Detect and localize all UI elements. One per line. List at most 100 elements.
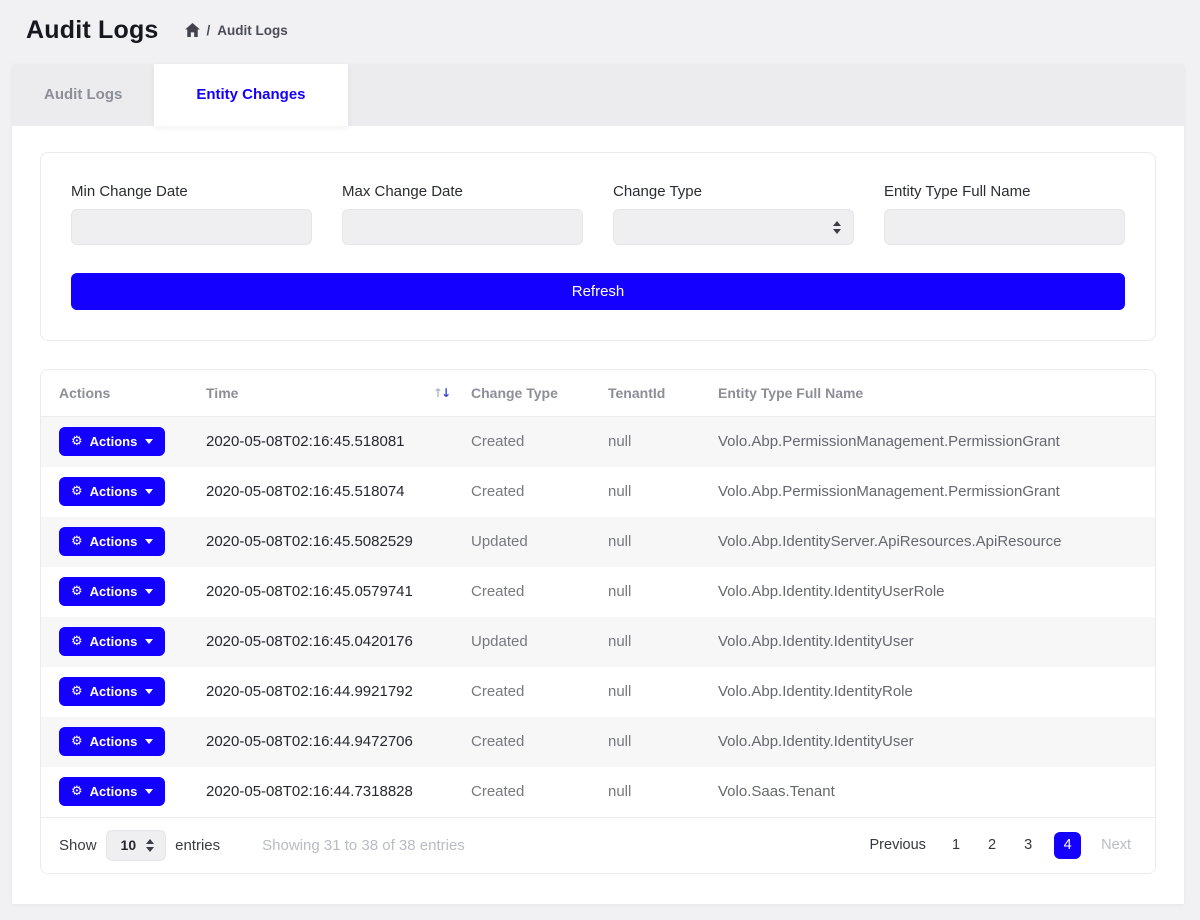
breadcrumb-separator: / bbox=[207, 23, 211, 38]
chevron-down-icon bbox=[145, 539, 153, 544]
pagination: Previous 1 2 3 4 Next bbox=[866, 832, 1135, 859]
table-header-row: Actions Time ↑↓ Change Type TenantId Ent… bbox=[41, 370, 1155, 417]
min-change-date-input[interactable] bbox=[71, 209, 312, 245]
table-row: ⚙Actions 2020-05-08T02:16:44.7318828 Cre… bbox=[41, 767, 1155, 817]
pagination-page-4-active[interactable]: 4 bbox=[1054, 832, 1081, 859]
filter-max-change-date: Max Change Date bbox=[342, 183, 583, 245]
pagination-previous[interactable]: Previous bbox=[866, 835, 930, 855]
gear-icon: ⚙ bbox=[71, 635, 83, 648]
cell-change-type: Created bbox=[471, 667, 608, 717]
cell-tenantid: null bbox=[608, 617, 718, 667]
pagination-page-2[interactable]: 2 bbox=[982, 835, 1002, 855]
cell-tenantid: null bbox=[608, 467, 718, 517]
row-actions-button[interactable]: ⚙ Actions bbox=[59, 627, 165, 656]
cell-entity-type-full-name: Volo.Abp.Identity.IdentityUserRole bbox=[718, 567, 1155, 617]
table-row: ⚙Actions 2020-05-08T02:16:45.518081 Crea… bbox=[41, 417, 1155, 467]
up-down-arrows-icon bbox=[833, 221, 843, 234]
show-label: Show bbox=[59, 837, 97, 854]
table-row: ⚙ Actions 2020-05-08T02:16:44.9472706 Cre… bbox=[41, 717, 1155, 767]
table-row: ⚙Actions 2020-05-08T02:16:45.0420176 Upd… bbox=[41, 617, 1155, 667]
actions-label: Actions bbox=[90, 534, 138, 549]
gear-icon: ⚙ bbox=[71, 785, 83, 798]
table-row: ⚙Actions 2020-05-08T02:16:45.0579741 Cre… bbox=[41, 567, 1155, 617]
gear-icon: ⚙ bbox=[71, 535, 83, 548]
gear-icon: ⚙ bbox=[71, 735, 83, 748]
cell-time: 2020-05-08T02:16:44.9472706 bbox=[206, 717, 471, 767]
cell-change-type: Updated bbox=[471, 617, 608, 667]
row-actions-button[interactable]: ⚙Actions bbox=[59, 477, 165, 506]
cell-change-type: Created bbox=[471, 467, 608, 517]
column-header-actions: Actions bbox=[41, 370, 206, 417]
change-type-select[interactable] bbox=[613, 209, 854, 245]
actions-label: Actions bbox=[90, 484, 138, 499]
cell-entity-type-full-name: Volo.Abp.IdentityServer.ApiResources.Api… bbox=[718, 517, 1155, 567]
row-actions-button[interactable]: ⚙ Actions bbox=[59, 427, 165, 456]
chevron-down-icon bbox=[145, 789, 153, 794]
page-header: Audit Logs / Audit Logs bbox=[0, 0, 1200, 58]
cell-entity-type-full-name: Volo.Abp.Identity.IdentityUser bbox=[718, 717, 1155, 767]
pagination-next[interactable]: Next bbox=[1097, 835, 1135, 855]
filter-card: Min Change Date Max Change Date Change T… bbox=[40, 152, 1156, 341]
page-size-select[interactable]: 10 bbox=[106, 830, 167, 861]
chevron-down-icon bbox=[145, 689, 153, 694]
cell-change-type: Updated bbox=[471, 517, 608, 567]
cell-time: 2020-05-08T02:16:45.5082529 bbox=[206, 517, 471, 567]
column-header-time-label: Time bbox=[206, 385, 238, 401]
row-actions-button[interactable]: ⚙Actions bbox=[59, 577, 165, 606]
entity-type-full-name-label: Entity Type Full Name bbox=[884, 183, 1125, 200]
gear-icon: ⚙ bbox=[71, 585, 83, 598]
cell-change-type: Created bbox=[471, 717, 608, 767]
entity-changes-table-card: Actions Time ↑↓ Change Type TenantId Ent… bbox=[40, 369, 1156, 874]
entries-label: entries bbox=[175, 837, 220, 854]
home-icon[interactable] bbox=[185, 23, 200, 37]
breadcrumb-current[interactable]: Audit Logs bbox=[217, 23, 288, 38]
sort-arrows-icon[interactable]: ↑↓ bbox=[433, 386, 449, 400]
actions-label: Actions bbox=[90, 434, 138, 449]
page-size-value: 10 bbox=[121, 837, 137, 853]
filter-grid: Min Change Date Max Change Date Change T… bbox=[71, 183, 1125, 245]
cell-time: 2020-05-08T02:16:45.518074 bbox=[206, 467, 471, 517]
tab-entity-changes[interactable]: Entity Changes bbox=[154, 64, 347, 126]
up-down-arrows-icon bbox=[146, 839, 156, 852]
pagination-page-3[interactable]: 3 bbox=[1018, 835, 1038, 855]
cell-entity-type-full-name: Volo.Abp.Identity.IdentityRole bbox=[718, 667, 1155, 717]
actions-label: Actions bbox=[90, 684, 138, 699]
column-header-entity-type-full-name: Entity Type Full Name bbox=[718, 370, 1155, 417]
page-title: Audit Logs bbox=[26, 16, 159, 45]
cell-tenantid: null bbox=[608, 767, 718, 817]
filter-change-type: Change Type bbox=[613, 183, 854, 245]
row-actions-button[interactable]: ⚙ Actions bbox=[59, 727, 165, 756]
filter-min-change-date: Min Change Date bbox=[71, 183, 312, 245]
cell-time: 2020-05-08T02:16:44.7318828 bbox=[206, 767, 471, 817]
row-actions-button[interactable]: ⚙Actions bbox=[59, 677, 165, 706]
main-panel: Audit Logs Entity Changes Min Change Dat… bbox=[12, 64, 1184, 904]
cell-change-type: Created bbox=[471, 767, 608, 817]
entity-type-full-name-input[interactable] bbox=[884, 209, 1125, 245]
min-change-date-label: Min Change Date bbox=[71, 183, 312, 200]
tab-audit-logs[interactable]: Audit Logs bbox=[12, 64, 154, 126]
cell-entity-type-full-name: Volo.Abp.PermissionManagement.Permission… bbox=[718, 467, 1155, 517]
gear-icon: ⚙ bbox=[71, 435, 83, 448]
actions-label: Actions bbox=[90, 634, 138, 649]
cell-time: 2020-05-08T02:16:44.9921792 bbox=[206, 667, 471, 717]
column-header-tenantid: TenantId bbox=[608, 370, 718, 417]
max-change-date-label: Max Change Date bbox=[342, 183, 583, 200]
table-row: ⚙Actions 2020-05-08T02:16:45.518074 Crea… bbox=[41, 467, 1155, 517]
max-change-date-input[interactable] bbox=[342, 209, 583, 245]
cell-tenantid: null bbox=[608, 717, 718, 767]
column-header-time[interactable]: Time ↑↓ bbox=[206, 370, 471, 417]
table-footer: Show 10 entries Showing 31 to 38 of 38 e… bbox=[41, 817, 1155, 873]
panel-body: Min Change Date Max Change Date Change T… bbox=[12, 126, 1184, 904]
table-row: ⚙ Actions 2020-05-08T02:16:45.5082529 Upd… bbox=[41, 517, 1155, 567]
entity-changes-table: Actions Time ↑↓ Change Type TenantId Ent… bbox=[41, 370, 1155, 817]
cell-tenantid: null bbox=[608, 667, 718, 717]
chevron-down-icon bbox=[145, 639, 153, 644]
cell-time: 2020-05-08T02:16:45.518081 bbox=[206, 417, 471, 467]
pagination-page-1[interactable]: 1 bbox=[946, 835, 966, 855]
row-actions-button[interactable]: ⚙Actions bbox=[59, 777, 165, 806]
row-actions-button[interactable]: ⚙ Actions bbox=[59, 527, 165, 556]
chevron-down-icon bbox=[145, 589, 153, 594]
cell-tenantid: null bbox=[608, 417, 718, 467]
actions-label: Actions bbox=[90, 734, 138, 749]
refresh-button[interactable]: Refresh bbox=[71, 273, 1125, 310]
